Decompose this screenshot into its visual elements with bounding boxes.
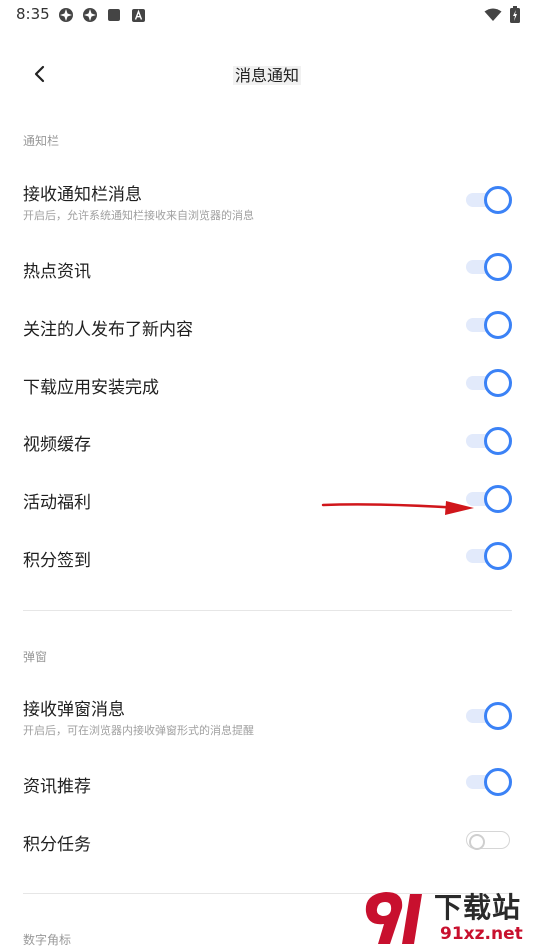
section-divider	[23, 610, 512, 611]
setting-title: 下载应用安装完成	[23, 378, 159, 398]
setting-row-points-tasks[interactable]: 积分任务	[0, 813, 534, 869]
page-title: 消息通知	[232, 66, 301, 85]
toggle-switch[interactable]	[466, 186, 512, 214]
watermark-text: 下载站	[434, 891, 522, 924]
setting-title: 关注的人发布了新内容	[23, 320, 193, 340]
battery-charging-icon	[510, 6, 520, 27]
setting-title: 积分签到	[23, 551, 91, 571]
app-icon	[82, 7, 98, 23]
status-notification-icons	[58, 7, 146, 23]
setting-row-news-recommend[interactable]: 资讯推荐	[0, 755, 534, 811]
setting-subtitle: 开启后，可在浏览器内接收弹窗形式的消息提醒	[23, 724, 254, 737]
status-right-icons	[484, 6, 520, 27]
stop-square-icon	[106, 7, 122, 23]
toggle-switch[interactable]	[466, 311, 512, 339]
section-label-popup: 弹窗	[23, 650, 48, 664]
toggle-switch[interactable]	[466, 253, 512, 281]
status-bar: 8:35	[0, 0, 534, 30]
setting-row-download-complete[interactable]: 下载应用安装完成	[0, 356, 534, 412]
watermark-logo: 下载站 91xz.net	[358, 886, 534, 950]
setting-row-points-checkin[interactable]: 积分签到	[0, 529, 534, 585]
setting-title: 热点资讯	[23, 262, 91, 282]
toggle-switch[interactable]	[466, 542, 512, 570]
toggle-switch[interactable]	[466, 768, 512, 796]
setting-row-video-cache[interactable]: 视频缓存	[0, 413, 534, 469]
setting-title: 接收通知栏消息	[23, 185, 142, 205]
setting-title: 活动福利	[23, 493, 91, 513]
top-app-bar: 消息通知	[0, 50, 534, 98]
setting-title: 视频缓存	[23, 435, 91, 455]
a-badge-icon	[130, 7, 146, 23]
section-label-notification-bar: 通知栏	[23, 134, 60, 148]
setting-title: 资讯推荐	[23, 777, 91, 797]
setting-row-followed-updates[interactable]: 关注的人发布了新内容	[0, 298, 534, 354]
setting-row-receive-notification[interactable]: 接收通知栏消息 开启后，允许系统通知栏接收来自浏览器的消息	[0, 172, 534, 228]
section-label-badge: 数字角标	[23, 933, 72, 947]
toggle-switch[interactable]	[466, 427, 512, 455]
app-icon	[58, 7, 74, 23]
setting-row-receive-popup[interactable]: 接收弹窗消息 开启后，可在浏览器内接收弹窗形式的消息提醒	[0, 687, 534, 743]
setting-subtitle: 开启后，允许系统通知栏接收来自浏览器的消息	[23, 209, 254, 222]
wifi-icon	[484, 7, 502, 26]
setting-title: 积分任务	[23, 835, 91, 855]
watermark-91-logo-icon	[365, 892, 422, 944]
toggle-switch-off[interactable]	[466, 824, 512, 852]
setting-title: 接收弹窗消息	[23, 700, 125, 720]
watermark-url: 91xz.net	[440, 924, 523, 944]
status-time: 8:35	[16, 5, 50, 23]
toggle-switch[interactable]	[466, 702, 512, 730]
toggle-switch[interactable]	[466, 369, 512, 397]
setting-row-hot-news[interactable]: 热点资讯	[0, 240, 534, 296]
red-arrow-annotation	[321, 501, 474, 515]
